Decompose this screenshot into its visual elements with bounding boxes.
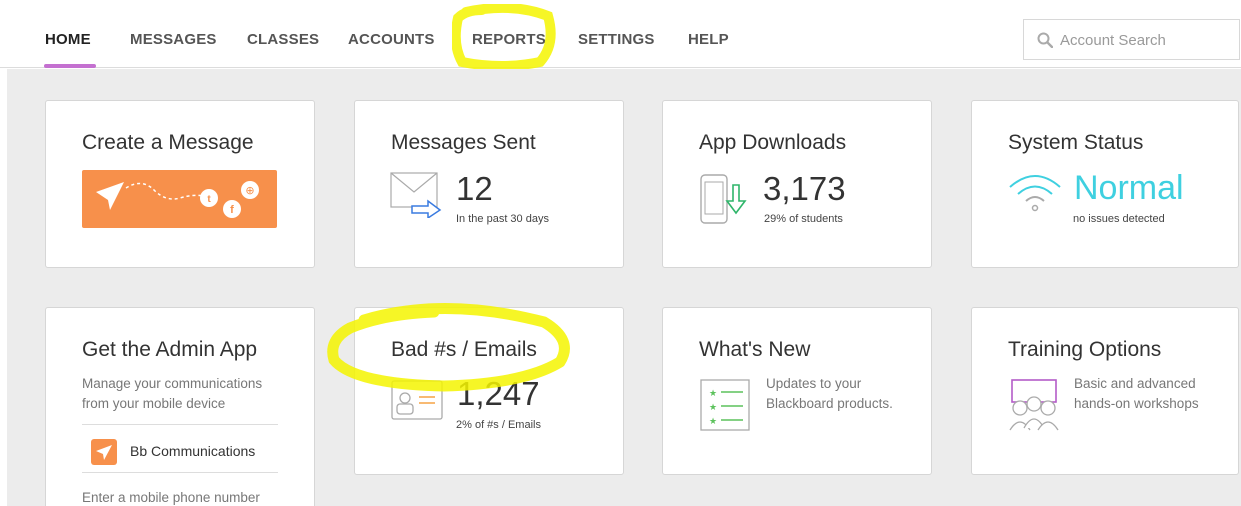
messages-sent-card[interactable]: Messages Sent 12 In the past 30 days [354,100,624,268]
card-title: App Downloads [699,131,847,154]
svg-text:★: ★ [709,417,717,427]
nav-reports[interactable]: REPORTS [472,31,546,48]
svg-text:★: ★ [709,389,717,399]
training-options-card[interactable]: Training Options Basic and advanced hand… [971,307,1239,475]
account-search-input[interactable] [1060,29,1230,51]
id-card-icon [391,380,443,420]
nav-classes[interactable]: CLASSES [247,31,319,48]
bad-numbers-emails-card[interactable]: Bad #s / Emails 1,247 2% of #s / Emails [354,307,624,475]
training-group-icon [1009,379,1059,431]
phone-download-icon [700,174,747,224]
create-message-card[interactable]: Create a Message t f ⊕ [45,100,315,268]
envelope-arrow-icon [390,172,442,218]
nav-settings[interactable]: SETTINGS [578,31,655,48]
divider [82,424,278,425]
create-message-banner[interactable]: t f ⊕ [82,170,277,228]
bad-numbers-count: 1,247 [457,375,540,412]
card-title: Bad #s / Emails [391,338,537,361]
card-title: Get the Admin App [82,338,258,361]
bb-communications-app-icon[interactable] [91,439,117,465]
nav-help[interactable]: HELP [688,31,729,48]
svg-text:★: ★ [709,403,717,413]
active-tab-indicator [44,64,96,68]
app-downloads-card[interactable]: App Downloads 3,173 29% of students [662,100,932,268]
bad-numbers-sub: 2% of #s / Emails [456,419,541,431]
nav-home[interactable]: HOME [45,31,91,48]
checklist-icon: ★ ★ ★ [700,379,750,431]
messages-sent-count: 12 [456,170,493,207]
globe-icon: ⊕ [245,184,254,197]
system-status-sub: no issues detected [1073,213,1165,225]
card-title: System Status [1008,131,1144,154]
training-desc: Basic and advanced hands-on workshops [1074,376,1199,411]
top-nav: HOME MESSAGES CLASSES ACCOUNTS REPORTS S… [0,0,1241,68]
nav-accounts[interactable]: ACCOUNTS [348,31,435,48]
whats-new-desc: Updates to your Blackboard products. [766,376,893,411]
dashboard-area: Create a Message t f ⊕ Messages Sent 12 … [7,69,1241,506]
admin-app-card[interactable]: Get the Admin App Manage your communicat… [45,307,315,506]
card-title: Create a Message [82,131,254,154]
nav-messages[interactable]: MESSAGES [130,31,217,48]
mobile-number-prompt: Enter a mobile phone number [82,490,260,505]
messages-sent-sub: In the past 30 days [456,213,549,225]
system-status-card[interactable]: System Status Normal no issues detected [971,100,1239,268]
system-status-value: Normal [1074,169,1184,207]
bb-communications-label[interactable]: Bb Communications [130,443,255,459]
search-icon [1037,32,1053,48]
app-downloads-count: 3,173 [763,170,846,207]
app-downloads-sub: 29% of students [764,213,843,225]
whats-new-card[interactable]: What's New ★ ★ ★ Updates to your Blackbo… [662,307,932,475]
admin-app-desc: Manage your communications from your mob… [82,376,263,411]
wifi-icon [1009,175,1061,212]
card-title: What's New [699,338,811,361]
account-search[interactable] [1023,19,1240,60]
divider [82,472,278,473]
card-title: Messages Sent [391,131,536,154]
card-title: Training Options [1008,338,1162,361]
facebook-icon: f [230,204,234,216]
